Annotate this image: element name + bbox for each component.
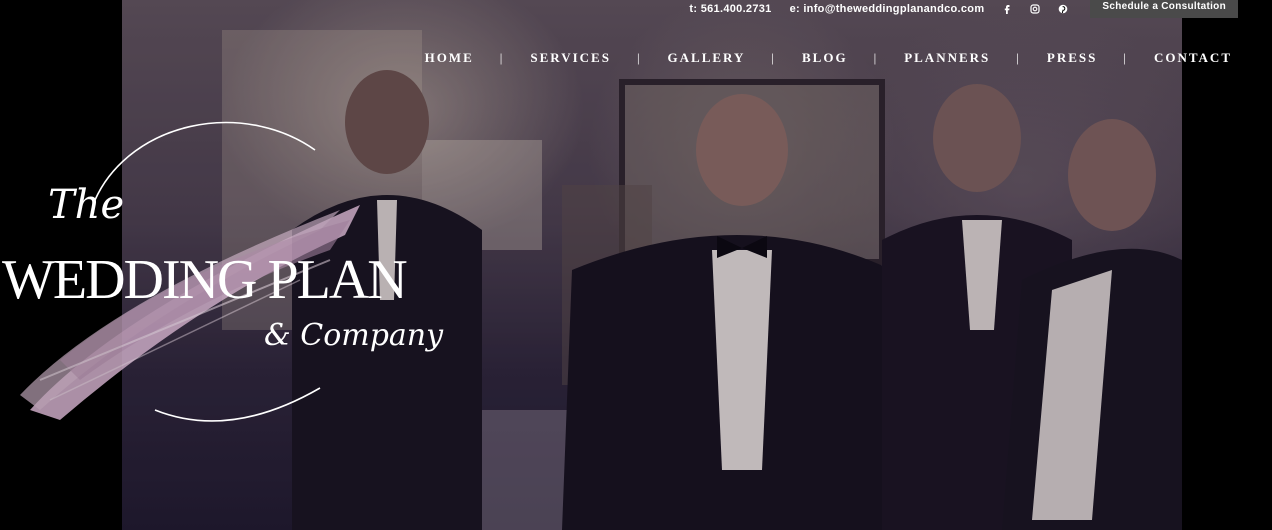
nav-separator: | xyxy=(873,50,879,65)
nav-separator: | xyxy=(636,50,642,65)
facebook-icon[interactable] xyxy=(1002,4,1012,14)
site-logo[interactable]: The WEDDING PLAN & Company xyxy=(0,110,443,430)
hero-section: t: 561.400.2731 e: info@theweddingplanan… xyxy=(0,0,1272,530)
logo-arc-bottom xyxy=(154,387,321,422)
top-contact-bar: t: 561.400.2731 e: info@theweddingplanan… xyxy=(689,0,1238,18)
logo-brush-stroke xyxy=(20,205,360,420)
nav-press[interactable]: PRESS xyxy=(1047,50,1097,66)
nav-planners[interactable]: PLANNERS xyxy=(904,50,990,66)
nav-separator: | xyxy=(499,50,505,65)
instagram-icon[interactable] xyxy=(1030,4,1041,14)
email-address[interactable]: e: info@theweddingplanandco.com xyxy=(790,3,985,15)
logo-wordmark: WEDDING PLAN xyxy=(2,249,408,311)
nav-blog[interactable]: BLOG xyxy=(802,50,848,66)
nav-separator: | xyxy=(771,50,776,65)
nav-services[interactable]: SERVICES xyxy=(530,50,611,66)
phone-number[interactable]: t: 561.400.2731 xyxy=(689,3,771,15)
social-links xyxy=(1002,4,1068,14)
nav-home[interactable]: HOME xyxy=(425,50,474,66)
nav-separator: | xyxy=(1123,50,1128,65)
nav-separator: | xyxy=(1016,50,1021,65)
main-nav: HOME | SERVICES | GALLERY | BLOG | PLANN… xyxy=(425,50,1232,66)
pinterest-icon[interactable] xyxy=(1058,4,1068,14)
schedule-consultation-button[interactable]: Schedule a Consultation xyxy=(1090,0,1238,18)
logo-arc-top xyxy=(94,121,316,201)
logo-the: The xyxy=(48,182,125,228)
nav-gallery[interactable]: GALLERY xyxy=(668,50,746,66)
logo-company: & Company xyxy=(264,318,444,353)
nav-contact[interactable]: CONTACT xyxy=(1154,50,1232,66)
